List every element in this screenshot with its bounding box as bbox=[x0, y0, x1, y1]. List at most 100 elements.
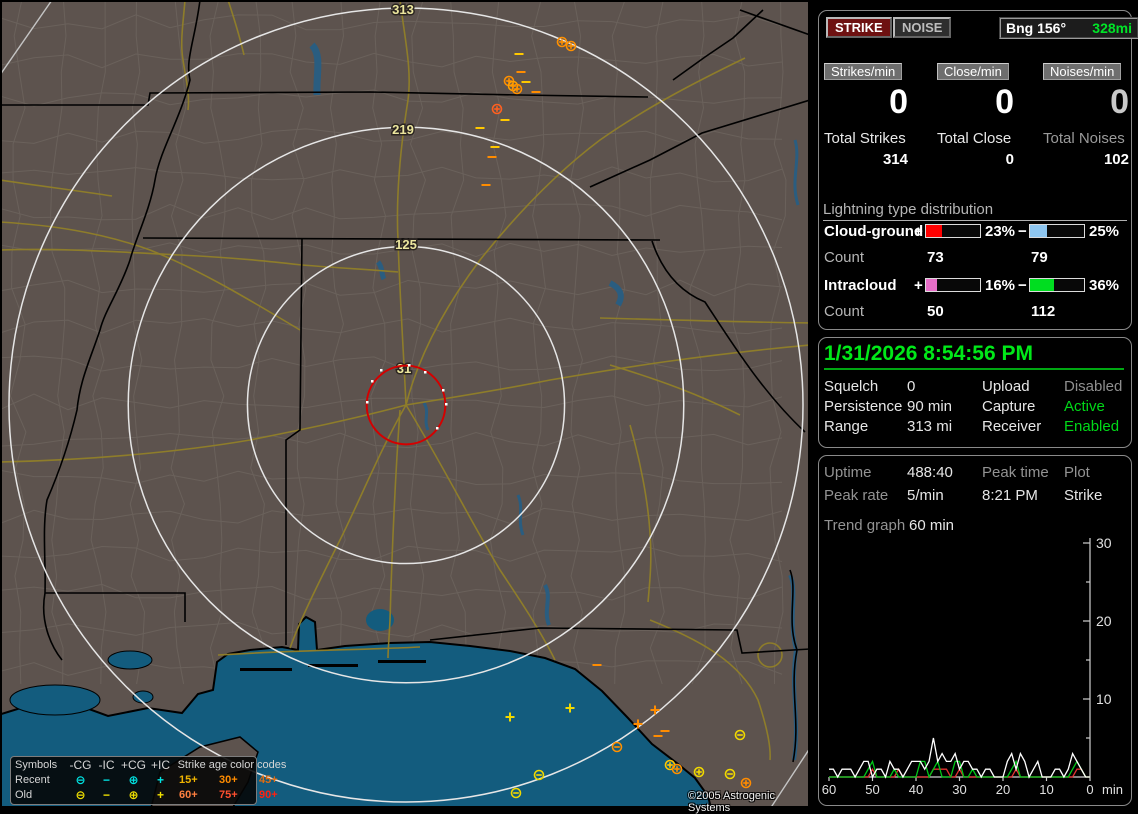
legend-row-old: Old ⊖ − ⊕ +60+ 75+ 90+ bbox=[15, 788, 278, 803]
trend-x-tick: 30 bbox=[952, 782, 966, 797]
noises-counter: Noises/min 0 Total Noises 102 bbox=[1043, 63, 1129, 173]
legend-symbol-cg-plus-icon: ⊕ bbox=[128, 788, 139, 802]
bearing-distance: 328mi bbox=[1092, 20, 1132, 36]
legend-age-title: Strike age color codes bbox=[177, 759, 287, 771]
cg-neg-bar bbox=[1029, 224, 1085, 238]
legend-col-+cg: +CG bbox=[120, 758, 146, 772]
total-close-value: 0 bbox=[1005, 151, 1014, 168]
trend-x-tick: 0 bbox=[1086, 782, 1093, 797]
range-label: Range bbox=[824, 418, 869, 435]
trend-y-tick: 30 bbox=[1096, 535, 1112, 551]
trend-x-tick: 40 bbox=[909, 782, 923, 797]
capture-value: Active bbox=[1064, 398, 1105, 415]
legend-symbol-ic-plus-icon: + bbox=[156, 773, 164, 787]
persistence-label: Persistence bbox=[824, 398, 903, 415]
trend-y-tick: 20 bbox=[1096, 613, 1112, 629]
trend-x-tick: 10 bbox=[1039, 782, 1053, 797]
total-noises-label: Total Noises bbox=[1043, 130, 1125, 147]
status-panel: 1/31/2026 8:54:56 PM Squelch 0 Upload Di… bbox=[818, 337, 1132, 448]
strike-legend: Symbols -CG -IC +CG +IC Strike age color… bbox=[10, 756, 286, 805]
barrier-island bbox=[240, 668, 292, 671]
strike-dot bbox=[408, 364, 411, 367]
ic-pos-count: 50 bbox=[927, 303, 944, 320]
ic-neg-count: 112 bbox=[1031, 303, 1056, 320]
map-canvas[interactable]: 313 219 125 31 Symbols -CG -IC +CG +IC Stri… bbox=[2, 2, 808, 814]
legend-symbol-ic-plus-icon: + bbox=[156, 788, 164, 802]
strikes-counter: Strikes/min 0 Total Strikes 314 bbox=[824, 63, 908, 173]
legend-col-+ic: +IC bbox=[150, 758, 170, 772]
receiver-label: Receiver bbox=[982, 418, 1042, 435]
barrier-island bbox=[308, 664, 358, 667]
plus-sign: + bbox=[914, 223, 923, 240]
strike-dot bbox=[366, 401, 369, 404]
strike-dot bbox=[424, 371, 427, 374]
date-time: 1/31/2026 8:54:56 PM bbox=[824, 342, 1124, 370]
strike-mode-button[interactable]: STRIKE bbox=[826, 17, 892, 38]
total-strikes-label: Total Strikes bbox=[824, 130, 906, 147]
lake bbox=[9, 684, 101, 716]
legend-symbol-cg-minus-icon: ⊖ bbox=[75, 788, 86, 802]
count-label: Count bbox=[824, 249, 865, 266]
ic-pos-pct: 16% bbox=[985, 277, 1016, 294]
persistence-value: 90 min bbox=[907, 398, 953, 415]
legend-symbol-ic-minus-icon: − bbox=[102, 788, 110, 802]
minus-sign: − bbox=[1018, 223, 1027, 240]
cloud-ground-label: Cloud-ground bbox=[824, 223, 924, 240]
noise-mode-button[interactable]: NOISE bbox=[893, 17, 952, 38]
noises-per-min-value: 0 bbox=[1110, 83, 1129, 121]
legend-row-label: Old bbox=[15, 789, 33, 801]
close-per-min-value: 0 bbox=[995, 83, 1014, 121]
trend-x-unit: min bbox=[1102, 782, 1123, 797]
river bbox=[543, 584, 551, 626]
cloud-ground-count-row: Count 73 79 bbox=[819, 249, 1133, 266]
legend-row-label: Recent bbox=[15, 774, 50, 786]
legend-age-30+: 30+ bbox=[219, 774, 238, 786]
cg-pos-count: 73 bbox=[927, 249, 944, 266]
counters-panel: STRIKE NOISE Bng 156° 328mi Strikes/min … bbox=[818, 10, 1138, 330]
cg-neg-pct: 25% bbox=[1089, 223, 1120, 240]
strike-dot bbox=[442, 389, 445, 392]
trend-y-tick: 10 bbox=[1096, 691, 1112, 707]
trend-x-tick: 60 bbox=[822, 782, 836, 797]
legend-symbol-cg-plus-icon: ⊕ bbox=[128, 773, 139, 787]
upload-value: Disabled bbox=[1064, 378, 1123, 395]
intracloud-count-row: Count 50 112 bbox=[819, 303, 1133, 320]
trend-panel: Uptime 488:40 Peak time Plot Peak rate 5… bbox=[818, 455, 1132, 806]
ic-pos-bar bbox=[925, 278, 981, 292]
legend-age-15+: 15+ bbox=[179, 774, 198, 786]
capture-label: Capture bbox=[982, 398, 1036, 415]
range-value: 313 mi bbox=[907, 418, 953, 435]
ring-label-219: 219 bbox=[392, 122, 414, 137]
strike-dot bbox=[445, 403, 448, 406]
sidebar: STRIKE NOISE Bng 156° 328mi Strikes/min … bbox=[810, 0, 1138, 812]
strikes-per-min-label: Strikes/min bbox=[824, 63, 903, 80]
legend-age-60+: 60+ bbox=[179, 789, 198, 801]
legend-symbol-ic-minus-icon: − bbox=[102, 773, 110, 787]
legend-age-90+: 90+ bbox=[259, 789, 278, 801]
cg-neg-count: 79 bbox=[1031, 249, 1048, 266]
lake bbox=[107, 650, 153, 670]
minus-sign: − bbox=[1018, 277, 1027, 294]
total-close-label: Total Close bbox=[937, 130, 1012, 147]
upload-label: Upload bbox=[982, 378, 1030, 395]
cg-pos-bar bbox=[925, 224, 981, 238]
trend-x-tick: 20 bbox=[996, 782, 1010, 797]
legend-symbols-label: Symbols bbox=[15, 759, 58, 771]
close-per-min-label: Close/min bbox=[937, 63, 1009, 80]
cloud-ground-row: Cloud-ground + 23% − 25% bbox=[819, 223, 1133, 240]
total-strikes-value: 314 bbox=[882, 151, 908, 168]
trend-series-strike-rate bbox=[829, 737, 1090, 779]
squelch-label: Squelch bbox=[824, 378, 879, 395]
legend-row-recent: Recent ⊖ − ⊕ +15+ 30+ 45+ bbox=[15, 773, 278, 788]
ic-neg-pct: 36% bbox=[1089, 277, 1120, 294]
ring-label-31: 31 bbox=[397, 361, 411, 376]
intracloud-label: Intracloud bbox=[824, 277, 897, 294]
close-counter: Close/min 0 Total Close 0 bbox=[937, 63, 1014, 173]
total-noises-value: 102 bbox=[1103, 151, 1129, 168]
count-label: Count bbox=[824, 303, 865, 320]
lightning-map: 313 219 125 31 bbox=[2, 2, 808, 806]
legend-col--ic: -IC bbox=[98, 758, 115, 772]
trend-graph: 10 20 30 60 50 40 30 20 10 0 min bbox=[822, 535, 1123, 797]
legend-col--cg: -CG bbox=[69, 758, 92, 772]
legend-symbol-cg-minus-icon: ⊖ bbox=[75, 773, 86, 787]
